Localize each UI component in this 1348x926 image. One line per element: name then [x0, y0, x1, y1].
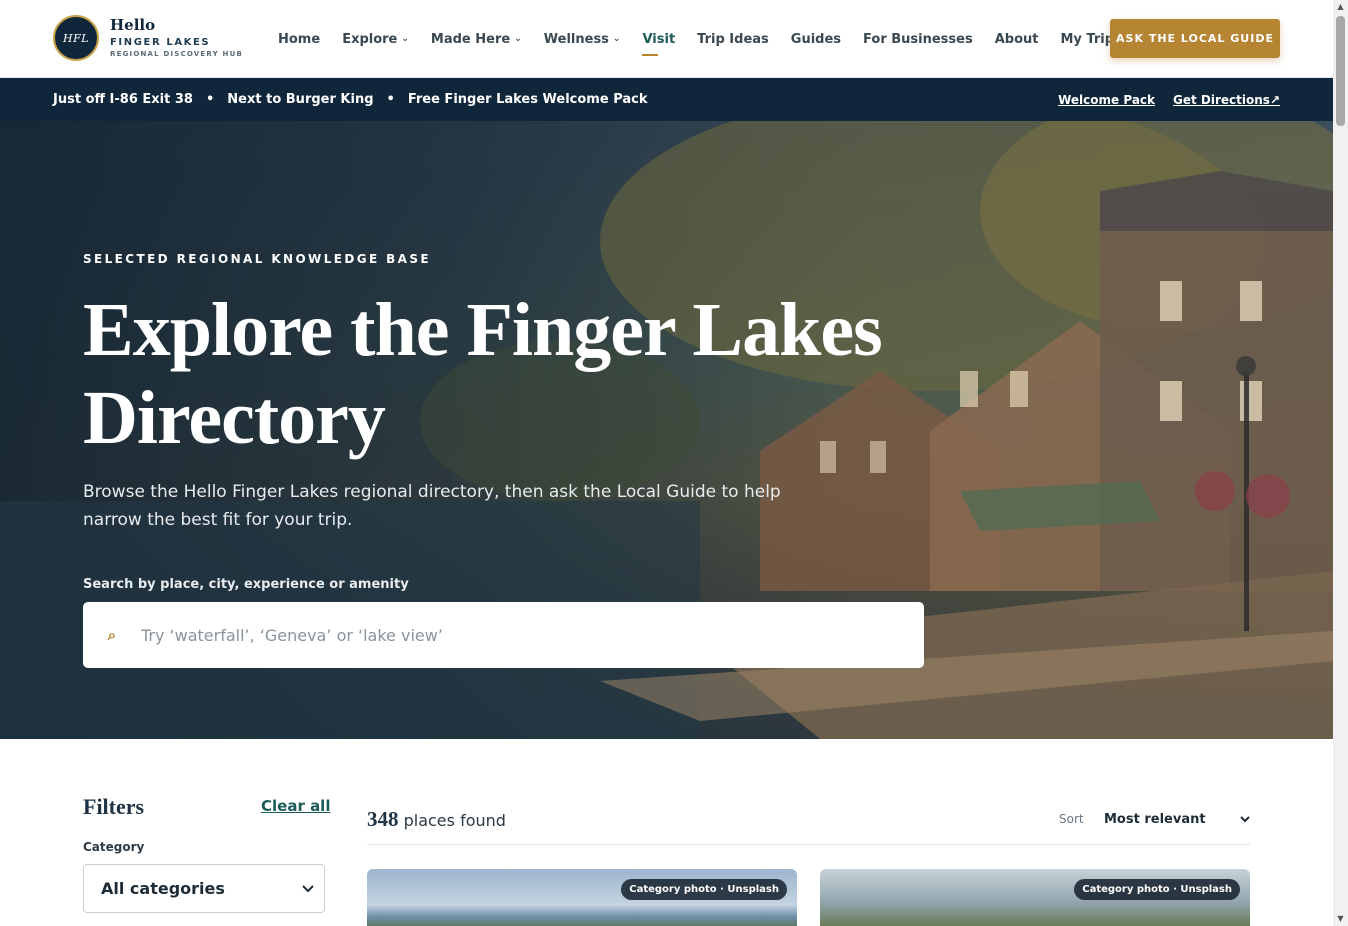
logo-tagline: REGIONAL DISCOVERY HUB	[110, 50, 243, 58]
hero-description: Browse the Hello Finger Lakes regional d…	[83, 482, 781, 530]
hero-window	[1010, 371, 1028, 407]
nav-visit[interactable]: Visit	[642, 31, 676, 56]
search-input[interactable]	[141, 625, 881, 645]
nav-guides-label: Guides	[790, 31, 842, 47]
ask-local-guide-button[interactable]: ASK THE LOCAL GUIDE	[1110, 19, 1280, 58]
nav-made-here[interactable]: Made Here ⌄	[431, 32, 522, 47]
info-separator: •	[205, 92, 215, 107]
nav-for-businesses-label: For Businesses	[863, 31, 973, 47]
nav-guides[interactable]: Guides	[791, 32, 841, 47]
clear-all-filters-link[interactable]: Clear all	[261, 797, 330, 815]
results-count-number: 348	[367, 807, 399, 831]
results-divider	[367, 844, 1250, 845]
nav-made-here-label: Made Here	[430, 31, 511, 47]
hero-window	[1240, 381, 1262, 421]
scrollbar-thumb[interactable]	[1336, 16, 1345, 126]
site-header: HFL Hello FINGER LAKES REGIONAL DISCOVER…	[0, 0, 1333, 78]
chevron-down-icon: ⌄	[612, 34, 621, 44]
hero-window	[1160, 281, 1182, 321]
page-scrollbar[interactable]: ▲ ▼	[1333, 0, 1348, 926]
hero-lamp	[1236, 356, 1256, 376]
results-count-suffix: places found	[403, 811, 506, 830]
photo-credit-badge: Category photo · Unsplash	[621, 879, 787, 900]
search-label: Search by place, city, experience or ame…	[83, 577, 409, 592]
logo-name: FINGER LAKES	[110, 37, 211, 48]
logo-text: Hello FINGER LAKES REGIONAL DISCOVERY HU…	[110, 18, 243, 58]
logo-badge: HFL	[53, 15, 99, 61]
get-directions-link[interactable]: Get Directions↗	[1173, 93, 1280, 107]
chevron-down-icon: ⌄	[401, 34, 409, 44]
nav-wellness-label: Wellness	[543, 31, 609, 47]
info-bar-links: Welcome Pack Get Directions↗	[1040, 78, 1280, 121]
nav-about[interactable]: About	[995, 32, 1039, 47]
hero-kicker: SELECTED REGIONAL KNOWLEDGE BASE	[83, 252, 432, 266]
nav-explore[interactable]: Explore ⌄	[342, 32, 409, 47]
scroll-up-arrow-icon[interactable]: ▲	[1333, 0, 1348, 14]
nav-trip-ideas-label: Trip Ideas	[697, 31, 769, 47]
hero-building	[1100, 191, 1333, 591]
hero-window	[1240, 281, 1262, 321]
hero-flower-basket	[1246, 474, 1290, 518]
category-label: Category	[83, 840, 145, 854]
hero-window	[960, 371, 978, 407]
scroll-down-arrow-icon[interactable]: ▼	[1333, 912, 1348, 926]
chevron-down-icon	[302, 884, 314, 892]
nav-trip-ideas[interactable]: Trip Ideas	[697, 32, 769, 47]
hero-window	[1160, 381, 1182, 421]
nav-visit-label: Visit	[642, 31, 676, 47]
results-count: 348 places found	[367, 807, 506, 832]
search-icon: ⌕	[107, 626, 117, 644]
chevron-down-icon: ⌄	[514, 34, 522, 44]
nav-home-label: Home	[278, 31, 321, 47]
page: HFL Hello FINGER LAKES REGIONAL DISCOVER…	[0, 0, 1348, 926]
chevron-down-icon	[1240, 815, 1250, 822]
info-bar: Just off I-86 Exit 38 • Next to Burger K…	[0, 78, 1333, 121]
welcome-pack-link[interactable]: Welcome Pack	[1058, 93, 1155, 107]
nav-home[interactable]: Home	[278, 32, 320, 47]
info-landmark: Next to Burger King	[227, 92, 374, 107]
filters-title: Filters	[83, 794, 145, 819]
hero-flower-basket	[1195, 471, 1235, 511]
photo-credit-badge: Category photo · Unsplash	[1074, 879, 1240, 900]
nav-about-label: About	[994, 31, 1039, 47]
nav-for-businesses[interactable]: For Businesses	[863, 32, 973, 47]
info-welcome-pack: Free Finger Lakes Welcome Pack	[407, 92, 648, 107]
site-logo[interactable]: HFL Hello FINGER LAKES REGIONAL DISCOVER…	[53, 15, 243, 61]
place-card[interactable]: Category photo · Unsplash	[820, 869, 1250, 926]
info-separator: •	[386, 92, 395, 107]
nav-wellness[interactable]: Wellness ⌄	[544, 32, 621, 47]
search-bar[interactable]: ⌕	[83, 602, 924, 668]
category-select[interactable]: All categories	[83, 864, 325, 913]
nav-explore-label: Explore	[342, 31, 398, 47]
sort-label: Sort	[1059, 812, 1084, 826]
nav-my-trip-label: My Trip	[1060, 31, 1115, 47]
page-title: Explore the Finger Lakes Directory	[83, 288, 883, 460]
place-card[interactable]: Category photo · Unsplash	[367, 869, 797, 926]
category-select-value: All categories	[101, 879, 225, 898]
sort-select[interactable]: Most relevant	[1104, 808, 1250, 830]
sort-select-value: Most relevant	[1104, 811, 1206, 827]
hero-section: SELECTED REGIONAL KNOWLEDGE BASE Explore…	[0, 121, 1333, 739]
logo-hello: Hello	[110, 16, 156, 34]
main-nav: Home Explore ⌄ Made Here ⌄ Wellness ⌄ Visit…	[278, 0, 1165, 78]
info-exit: Just off I-86 Exit 38	[53, 92, 193, 107]
info-bar-highlights: Just off I-86 Exit 38 • Next to Burger K…	[53, 78, 648, 121]
